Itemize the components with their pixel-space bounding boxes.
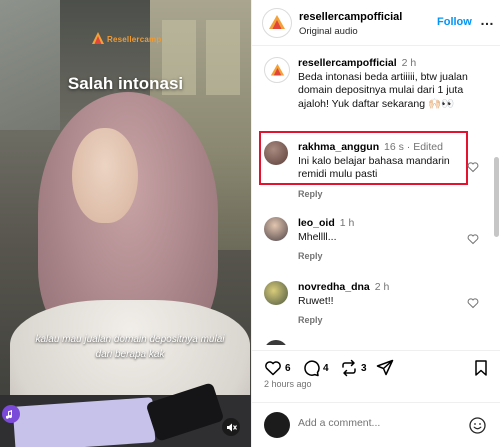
comment-icon — [304, 360, 320, 377]
comments-list: resellercampofficial 2 h Beda intonasi b… — [252, 47, 500, 345]
comment-body: resellercampofficial 2 h Beda intonasi b… — [298, 57, 478, 112]
post-panel: resellercampofficial Original audio Foll… — [251, 0, 500, 447]
background-window — [0, 0, 60, 130]
comment-input[interactable] — [298, 417, 448, 429]
mute-icon[interactable] — [222, 418, 240, 436]
comment-button[interactable]: 4 — [302, 359, 329, 377]
video-brand-logo: Resellercamp — [92, 32, 161, 46]
emoji-icon[interactable] — [469, 417, 486, 434]
comment-body: leo_oid 1 h Mhellll... — [298, 217, 468, 244]
brand-mark-icon — [92, 32, 104, 44]
comment-time[interactable]: 16 s · Edited — [384, 141, 443, 153]
comment-username[interactable]: resellercampofficial — [298, 57, 397, 69]
avatar[interactable] — [264, 217, 288, 241]
post-date[interactable]: 2 hours ago — [264, 379, 312, 389]
scroll-thumb[interactable] — [494, 157, 499, 237]
comments-scrollbar[interactable] — [494, 47, 499, 345]
post-header: resellercampofficial Original audio Foll… — [252, 0, 500, 46]
reply-button[interactable]: Reply — [298, 315, 323, 325]
like-comment-icon[interactable] — [467, 297, 479, 309]
like-comment-icon[interactable] — [467, 233, 479, 245]
comment-body: rakhma_anggun 16 s · Edited Ini kalo bel… — [298, 141, 468, 182]
comment-body: novredha_dna 2 h Ruwet!! — [298, 281, 468, 308]
video-subtitle: kalau mau jualan domain depositnya mulai… — [35, 334, 225, 360]
audio-icon[interactable] — [2, 405, 20, 423]
avatar[interactable] — [264, 141, 288, 165]
person-face — [72, 128, 138, 223]
reel-video[interactable]: Resellercamp Salah intonasi kalau mau ju… — [0, 0, 251, 447]
comment-username[interactable]: novredha_dna — [298, 281, 370, 293]
avatar — [264, 412, 290, 438]
resellercamp-logo-icon — [269, 15, 285, 29]
like-comment-icon[interactable] — [467, 161, 479, 173]
share-button[interactable] — [376, 359, 394, 377]
more-options-icon[interactable]: … — [480, 12, 495, 28]
bookmark-icon — [475, 360, 487, 376]
avatar[interactable] — [264, 340, 288, 345]
comment-username[interactable]: leo_oid — [298, 217, 335, 229]
comment-time[interactable]: 2 h — [375, 281, 390, 293]
comment-count: 4 — [323, 362, 329, 374]
repost-count: 3 — [361, 362, 367, 374]
repost-icon — [342, 359, 356, 377]
send-icon — [376, 359, 394, 376]
like-count: 6 — [285, 362, 291, 374]
resellercamp-logo-icon — [270, 63, 284, 75]
header-username[interactable]: resellercampofficial — [299, 11, 402, 23]
comment-time[interactable]: 1 h — [340, 217, 355, 229]
video-title-caption: Salah intonasi — [67, 74, 184, 93]
like-button[interactable]: 6 — [264, 359, 291, 377]
brand-text: Resellercamp — [107, 34, 162, 44]
reply-button[interactable]: Reply — [298, 189, 323, 199]
comment-time[interactable]: 2 h — [402, 57, 417, 69]
original-audio-link[interactable]: Original audio — [299, 26, 358, 37]
comment-text: Beda intonasi beda artiiiii, btw jualan … — [298, 70, 468, 110]
desk-card — [12, 397, 156, 447]
comment-text: Mhellll... — [298, 230, 337, 243]
add-comment-bar — [252, 402, 500, 447]
avatar[interactable] — [262, 8, 292, 38]
save-button[interactable] — [472, 359, 490, 377]
comment-text: Ini kalo belajar bahasa mandarin remidi … — [298, 154, 450, 181]
comment-username[interactable]: rakhma_anggun — [298, 141, 379, 153]
heart-icon — [265, 361, 281, 376]
reply-button[interactable]: Reply — [298, 251, 323, 261]
repost-button[interactable]: 3 — [340, 359, 367, 377]
avatar[interactable] — [264, 57, 290, 83]
comment-text: Ruwet!! — [298, 294, 334, 307]
action-bar: 6 4 3 — [252, 350, 500, 380]
avatar[interactable] — [264, 281, 288, 305]
follow-button[interactable]: Follow — [437, 16, 472, 28]
